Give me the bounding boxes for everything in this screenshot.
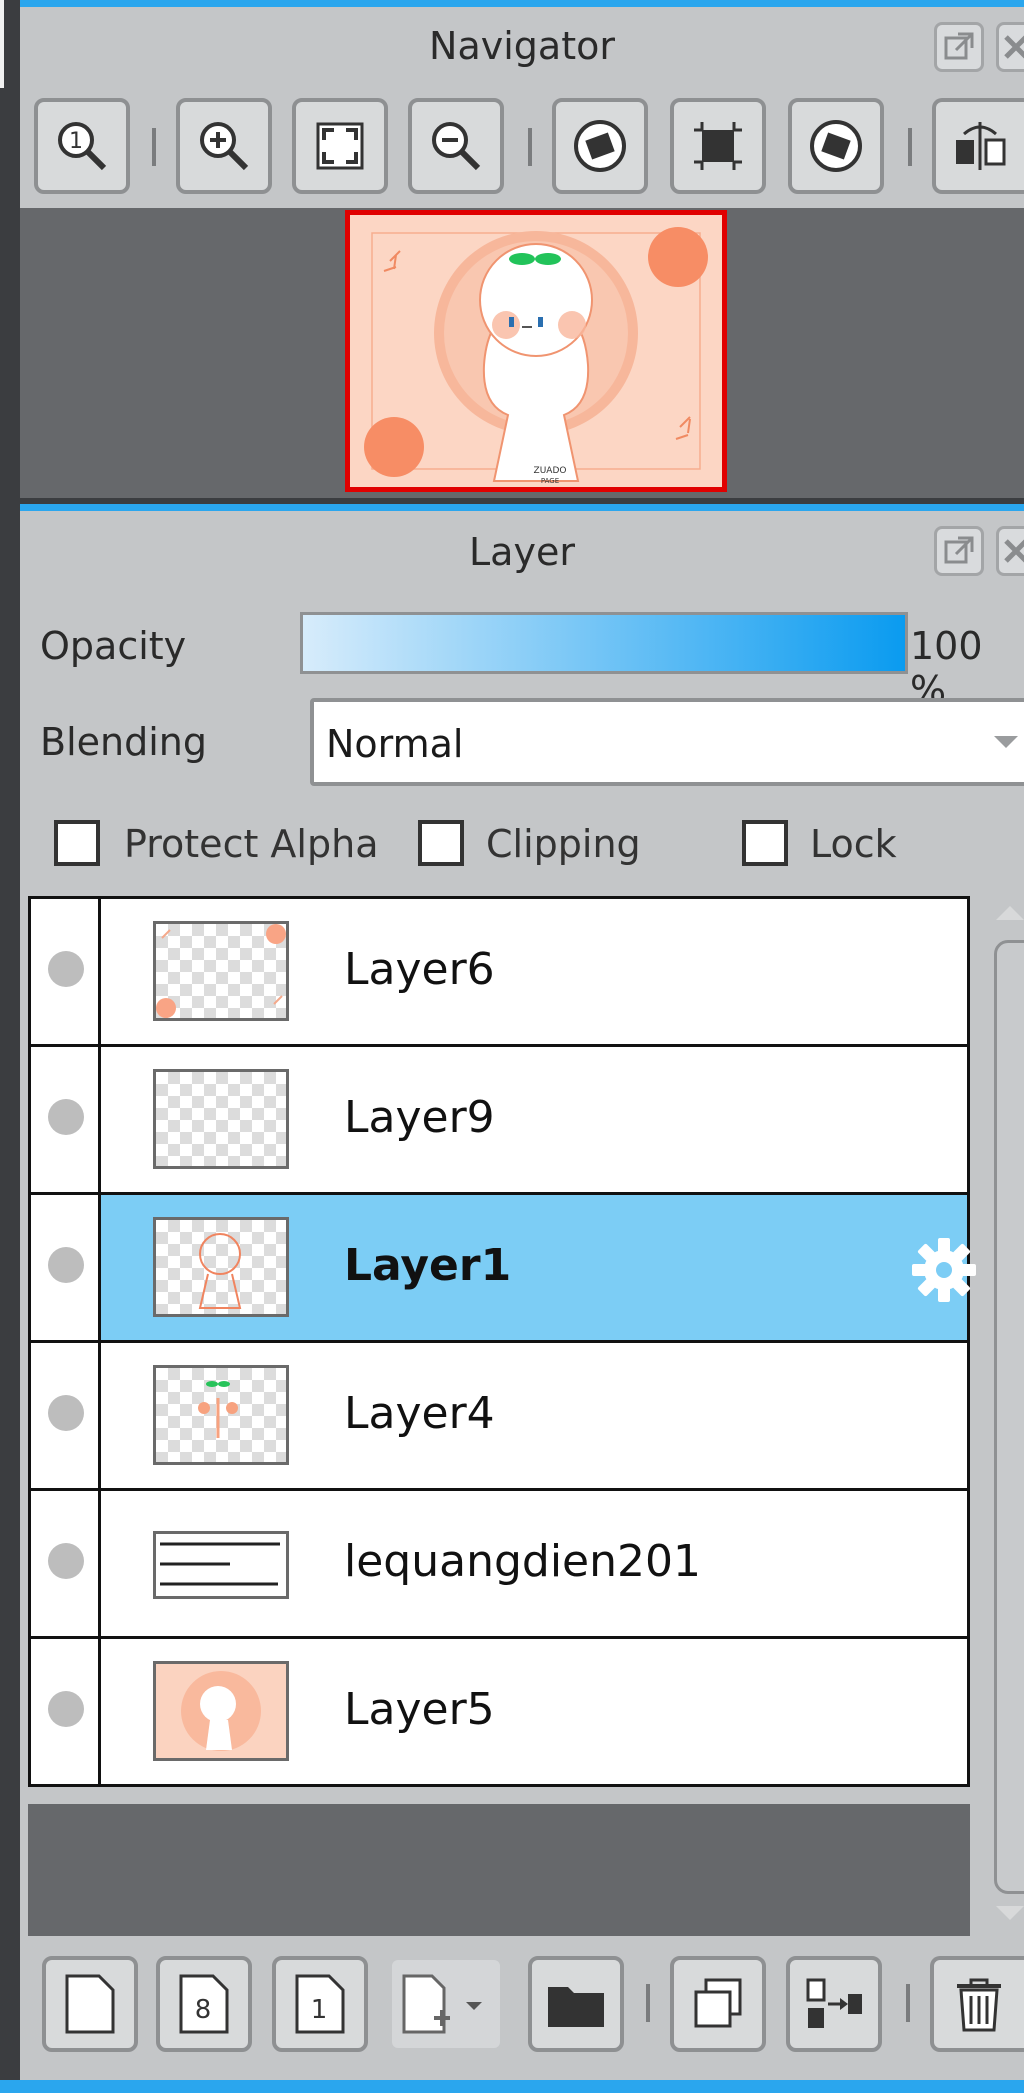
layer-row[interactable]: Layer6 — [28, 896, 970, 1047]
layer-row[interactable]: lequangdien201 — [28, 1488, 970, 1639]
visibility-toggle[interactable] — [31, 1639, 101, 1784]
zoom-out-icon[interactable] — [408, 98, 504, 194]
layer-row[interactable]: Layer9 — [28, 1044, 970, 1195]
close-icon[interactable] — [996, 22, 1024, 72]
clipping-checkbox[interactable] — [418, 820, 464, 866]
toolbar-separator — [906, 1984, 910, 2022]
toolbar-separator — [908, 128, 912, 166]
visibility-dot-icon — [48, 1691, 84, 1727]
svg-text:1: 1 — [69, 129, 83, 154]
popout-icon[interactable] — [934, 526, 984, 576]
window-accent-line — [0, 2080, 1024, 2093]
close-icon[interactable] — [996, 526, 1024, 576]
layer-bottom-toolbar: 8 1 — [20, 1936, 1024, 2093]
navigator-thumbnail[interactable]: ZUADO PAGE — [345, 210, 727, 492]
blending-label: Blending — [40, 720, 207, 764]
panel-accent-line — [20, 504, 1024, 511]
visibility-dot-icon — [48, 1247, 84, 1283]
visibility-toggle[interactable] — [31, 899, 101, 1044]
visibility-toggle[interactable] — [31, 1343, 101, 1488]
layer-name: Layer4 — [344, 1388, 495, 1439]
layer-thumbnail — [153, 1069, 289, 1169]
zoom-actual-icon[interactable]: 1 — [34, 98, 130, 194]
layer-title: Layer — [469, 530, 575, 574]
toolbar-separator — [152, 128, 156, 166]
reset-view-icon[interactable] — [670, 98, 766, 194]
clipping-label: Clipping — [486, 822, 641, 866]
layer-name: Layer6 — [344, 944, 495, 995]
protect-alpha-label: Protect Alpha — [124, 822, 379, 866]
visibility-dot-icon — [48, 1395, 84, 1431]
navigator-preview-area[interactable]: ZUADO PAGE — [20, 208, 1024, 498]
new-8bit-layer-icon[interactable]: 8 — [156, 1956, 252, 2052]
visibility-toggle[interactable] — [31, 1195, 101, 1340]
layer-name: Layer5 — [344, 1684, 495, 1735]
layer-row-body[interactable]: Layer9 — [101, 1047, 967, 1192]
duplicate-layer-icon[interactable] — [670, 1956, 766, 2052]
popout-icon[interactable] — [934, 22, 984, 72]
layer-row[interactable]: Layer5 — [28, 1636, 970, 1787]
flip-horizontal-icon[interactable] — [932, 98, 1024, 194]
panel-accent-line — [20, 0, 1024, 7]
layer-row-body[interactable]: Layer5 — [101, 1639, 967, 1784]
merge-down-icon[interactable] — [786, 1956, 882, 2052]
layer-thumbnail — [153, 1661, 289, 1761]
rotate-right-icon[interactable] — [788, 98, 884, 194]
chevron-down-icon — [994, 736, 1018, 748]
blending-value: Normal — [326, 722, 464, 766]
lock-checkbox[interactable] — [742, 820, 788, 866]
layer-row-body[interactable]: Layer4 — [101, 1343, 967, 1488]
layer-row-body[interactable]: lequangdien201 — [101, 1491, 967, 1636]
svg-text:ZUADO: ZUADO — [534, 466, 567, 476]
layer-list-empty-area — [28, 1804, 970, 1936]
edge-marker — [0, 0, 4, 88]
visibility-dot-icon — [48, 1543, 84, 1579]
svg-text:1: 1 — [311, 1995, 328, 2025]
new-folder-icon[interactable] — [528, 1956, 624, 2052]
layer-name: Layer1 — [344, 1240, 512, 1291]
toolbar-separator — [528, 128, 532, 166]
scroll-up-icon[interactable] — [996, 906, 1024, 920]
protect-alpha-checkbox[interactable] — [54, 820, 100, 866]
add-layer-menu-icon[interactable] — [388, 1956, 504, 2052]
navigator-title: Navigator — [429, 24, 615, 68]
layer-thumbnail — [153, 1365, 289, 1465]
scroll-down-icon[interactable] — [996, 1906, 1024, 1920]
blending-select[interactable]: Normal — [310, 698, 1024, 786]
lock-label: Lock — [810, 822, 897, 866]
visibility-dot-icon — [48, 1099, 84, 1135]
fit-to-window-icon[interactable] — [292, 98, 388, 194]
visibility-toggle[interactable] — [31, 1047, 101, 1192]
opacity-slider[interactable] — [300, 612, 908, 674]
rotate-left-icon[interactable] — [552, 98, 648, 194]
layer-name: lequangdien201 — [344, 1536, 701, 1587]
opacity-label: Opacity — [40, 624, 187, 668]
svg-text:PAGE: PAGE — [541, 477, 559, 485]
layer-thumbnail — [153, 1531, 289, 1599]
toolbar-separator — [646, 1984, 650, 2022]
layer-thumbnail — [153, 921, 289, 1021]
gear-icon[interactable] — [909, 1235, 979, 1305]
left-edge-strip — [0, 0, 20, 2093]
new-layer-icon[interactable] — [42, 1956, 138, 2052]
scrollbar-thumb[interactable] — [994, 940, 1024, 1894]
layer-row[interactable]: Layer4 — [28, 1340, 970, 1491]
layer-panel: Layer Opacity 100 % Blending Normal Prot… — [20, 504, 1024, 2093]
layer-row-body[interactable]: Layer6 — [101, 899, 967, 1044]
layer-row-body[interactable]: Layer1 — [101, 1195, 976, 1340]
svg-text:8: 8 — [195, 1995, 212, 2025]
delete-layer-icon[interactable] — [930, 1956, 1024, 2052]
visibility-dot-icon — [48, 951, 84, 987]
layer-list: Layer6 Layer9 Layer1 Layer4 lequangdien2… — [28, 896, 976, 1804]
layer-row-selected[interactable]: Layer1 — [28, 1192, 976, 1343]
navigator-panel: Navigator 1 ZUADO PAGE — [20, 0, 1024, 498]
layer-name: Layer9 — [344, 1092, 495, 1143]
layer-thumbnail — [153, 1217, 289, 1317]
new-1bit-layer-icon[interactable]: 1 — [272, 1956, 368, 2052]
zoom-in-icon[interactable] — [176, 98, 272, 194]
visibility-toggle[interactable] — [31, 1491, 101, 1636]
